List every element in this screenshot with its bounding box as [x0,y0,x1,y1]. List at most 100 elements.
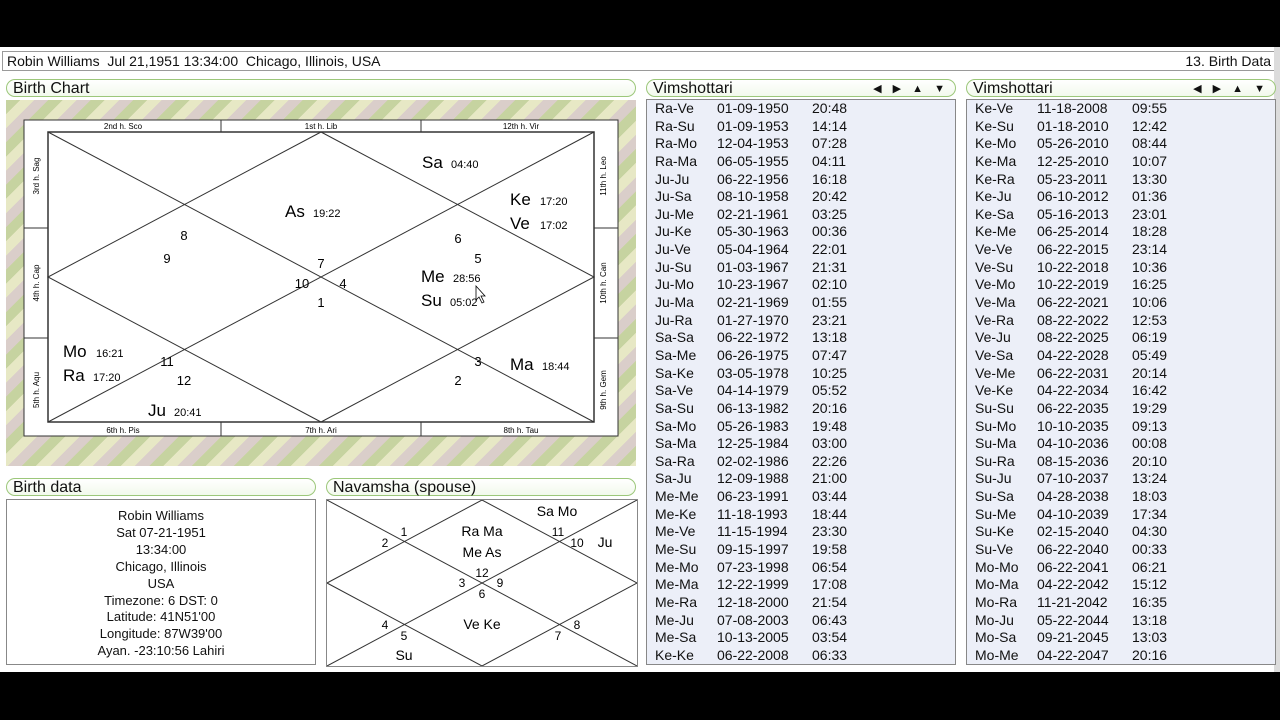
vimshottari-right-nav-arrows[interactable]: ◀ ▶ ▲ ▼ [1193,80,1269,98]
dasha-row[interactable]: Su-Ma 04-10-2036 00:08 [967,435,1275,453]
dasha-row[interactable]: Sa-Ju 12-09-1988 21:00 [647,470,955,488]
dasha-row[interactable]: Sa-Sa 06-22-1972 13:18 [647,329,955,347]
dasha-row[interactable]: Me-Ju 07-08-2003 06:43 [647,612,955,630]
dasha-row[interactable]: Sa-Me 06-26-1975 07:47 [647,347,955,365]
dasha-row[interactable]: Ke-Su 01-18-2010 12:42 [967,118,1275,136]
dasha-row[interactable]: Ra-Ve 01-09-1950 20:48 [647,100,955,118]
dasha-row[interactable]: Ju-Mo 10-23-1967 02:10 [647,276,955,294]
dasha-period: Su-Ju [975,470,1012,487]
dasha-row[interactable]: Mo-Ma 04-22-2042 15:12 [967,576,1275,594]
dasha-row[interactable]: Ju-Ma 02-21-1969 01:55 [647,294,955,312]
dasha-row[interactable]: Ju-Ju 06-22-1956 16:18 [647,171,955,189]
dasha-row[interactable]: Ke-Ve 11-18-2008 09:55 [967,100,1275,118]
dasha-row[interactable]: Ve-Ma 06-22-2021 10:06 [967,294,1275,312]
dasha-row[interactable]: Mo-Mo 06-22-2041 06:21 [967,559,1275,577]
sign-number: 7 [317,256,324,271]
dasha-row[interactable]: Ju-Su 01-03-1967 21:31 [647,259,955,277]
dasha-row[interactable]: Ju-Ra 01-27-1970 23:21 [647,312,955,330]
dasha-row[interactable]: Ju-Me 02-21-1961 03:25 [647,206,955,224]
vimshottari-right-header[interactable]: Vimshottari ◀ ▶ ▲ ▼ [966,79,1276,97]
navamsha-header[interactable]: Navamsha (spouse) [326,478,636,496]
nav-planets-ju[interactable]: Ju [598,534,613,550]
dasha-row[interactable]: Sa-Su 06-13-1982 20:16 [647,400,955,418]
planet-ra[interactable]: Ra [63,366,85,385]
vimshottari-right-table[interactable]: Ke-Ve 11-18-2008 09:55 Ke-Su 01-18-2010 12:42… [966,99,1276,665]
dasha-row[interactable]: Ju-Ve 05-04-1964 22:01 [647,241,955,259]
planet-ve[interactable]: Ve [510,214,530,233]
dasha-row[interactable]: Ve-Me 06-22-2031 20:14 [967,365,1275,383]
dasha-row[interactable]: Me-Su 09-15-1997 19:58 [647,541,955,559]
dasha-row[interactable]: Me-Ma 12-22-1999 17:08 [647,576,955,594]
planet-ju[interactable]: Ju [148,401,166,420]
native-name: Robin Williams [118,508,204,523]
dasha-row[interactable]: Ve-Ra 08-22-2022 12:53 [967,312,1275,330]
dasha-row[interactable]: Ke-Ju 06-10-2012 01:36 [967,188,1275,206]
dasha-row[interactable]: Su-Ra 08-15-2036 20:10 [967,453,1275,471]
dasha-row[interactable]: Mo-Ju 05-22-2044 13:18 [967,612,1275,630]
dasha-row[interactable]: Sa-Ve 04-14-1979 05:52 [647,382,955,400]
planet-sa[interactable]: Sa [422,153,443,172]
nav-planets-sa-mo[interactable]: Sa Mo [537,503,578,519]
vimshottari-left-table[interactable]: Ra-Ve 01-09-1950 20:48 Ra-Su 01-09-1953 14:14… [646,99,956,665]
dasha-row[interactable]: Su-Ju 07-10-2037 13:24 [967,470,1275,488]
dasha-row[interactable]: Ke-Ma 12-25-2010 10:07 [967,153,1275,171]
dasha-row[interactable]: Me-Mo 07-23-1998 06:54 [647,559,955,577]
planet-mo[interactable]: Mo [63,342,87,361]
dasha-row[interactable]: Me-Ve 11-15-1994 23:30 [647,523,955,541]
dasha-row[interactable]: Ra-Su 01-09-1953 14:14 [647,118,955,136]
nav-planets-ve-ke[interactable]: Ve Ke [463,616,501,632]
dasha-date: 10-23-1967 [717,276,789,293]
dasha-row[interactable]: Su-Mo 10-10-2035 09:13 [967,418,1275,436]
view-name[interactable]: 13. Birth Data [1185,52,1271,70]
dasha-row[interactable]: Ke-Sa 05-16-2013 23:01 [967,206,1275,224]
dasha-row[interactable]: Sa-Ra 02-02-1986 22:26 [647,453,955,471]
vimshottari-left-nav-arrows[interactable]: ◀ ▶ ▲ ▼ [873,80,949,98]
dasha-date: 08-22-2022 [1037,311,1109,328]
planet-su[interactable]: Su [421,291,442,310]
birth-chart-header[interactable]: Birth Chart [6,79,636,97]
dasha-row[interactable]: Me-Sa 10-13-2005 03:54 [647,629,955,647]
planet-me[interactable]: Me [421,267,445,286]
dasha-row[interactable]: Ke-Ra 05-23-2011 13:30 [967,171,1275,189]
dasha-row[interactable]: Su-Sa 04-28-2038 18:03 [967,488,1275,506]
birth-chart-svg[interactable]: 2nd h. Sco 1st h. Lib 12th h. Vir 6th h.… [6,100,636,466]
dasha-row[interactable]: Ra-Ma 06-05-1955 04:11 [647,153,955,171]
planet-as[interactable]: As [285,202,305,221]
dasha-row[interactable]: Sa-Mo 05-26-1983 19:48 [647,418,955,436]
dasha-row[interactable]: Ve-Ke 04-22-2034 16:42 [967,382,1275,400]
dasha-row[interactable]: Ra-Mo 12-04-1953 07:28 [647,135,955,153]
dasha-row[interactable]: Su-Me 04-10-2039 17:34 [967,506,1275,524]
dasha-row[interactable]: Ve-Sa 04-22-2028 05:49 [967,347,1275,365]
dasha-row[interactable]: Su-Ke 02-15-2040 04:30 [967,523,1275,541]
dasha-row[interactable]: Mo-Sa 09-21-2045 13:03 [967,629,1275,647]
dasha-row[interactable]: Me-Me 06-23-1991 03:44 [647,488,955,506]
dasha-row[interactable]: Ve-Ju 08-22-2025 06:19 [967,329,1275,347]
nav-planets-me-as[interactable]: Me As [463,544,502,560]
dasha-time: 20:16 [812,399,848,416]
dasha-row[interactable]: Ve-Su 10-22-2018 10:36 [967,259,1275,277]
navamsha-chart-svg[interactable]: 1 2 11 10 12 3 9 6 4 5 7 8 Sa Mo Ra Ma M… [327,500,637,666]
nav-planets-ra-ma[interactable]: Ra Ma [461,523,502,539]
dasha-row[interactable]: Ke-Me 06-25-2014 18:28 [967,223,1275,241]
planet-ma[interactable]: Ma [510,355,534,374]
dasha-row[interactable]: Sa-Ma 12-25-1984 03:00 [647,435,955,453]
vimshottari-left-header[interactable]: Vimshottari ◀ ▶ ▲ ▼ [646,79,956,97]
dasha-date: 05-16-2013 [1037,205,1109,222]
dasha-row[interactable]: Mo-Ra 11-21-2042 16:35 [967,594,1275,612]
dasha-row[interactable]: Me-Ke 11-18-1993 18:44 [647,506,955,524]
dasha-row[interactable]: Ke-Mo 05-26-2010 08:44 [967,135,1275,153]
dasha-row[interactable]: Ju-Sa 08-10-1958 20:42 [647,188,955,206]
dasha-row[interactable]: Su-Ve 06-22-2040 00:33 [967,541,1275,559]
dasha-row[interactable]: Su-Su 06-22-2035 19:29 [967,400,1275,418]
birth-data-header[interactable]: Birth data [6,478,316,496]
dasha-period: Me-Mo [655,558,699,575]
planet-ke[interactable]: Ke [510,190,531,209]
dasha-row[interactable]: Mo-Me 04-22-2047 20:16 [967,647,1275,665]
dasha-row[interactable]: Ke-Ke 06-22-2008 06:33 [647,647,955,665]
dasha-row[interactable]: Me-Ra 12-18-2000 21:54 [647,594,955,612]
dasha-row[interactable]: Ve-Ve 06-22-2015 23:14 [967,241,1275,259]
dasha-row[interactable]: Sa-Ke 03-05-1978 10:25 [647,365,955,383]
dasha-row[interactable]: Ju-Ke 05-30-1963 00:36 [647,223,955,241]
dasha-row[interactable]: Ve-Mo 10-22-2019 16:25 [967,276,1275,294]
nav-planets-su[interactable]: Su [395,647,412,663]
